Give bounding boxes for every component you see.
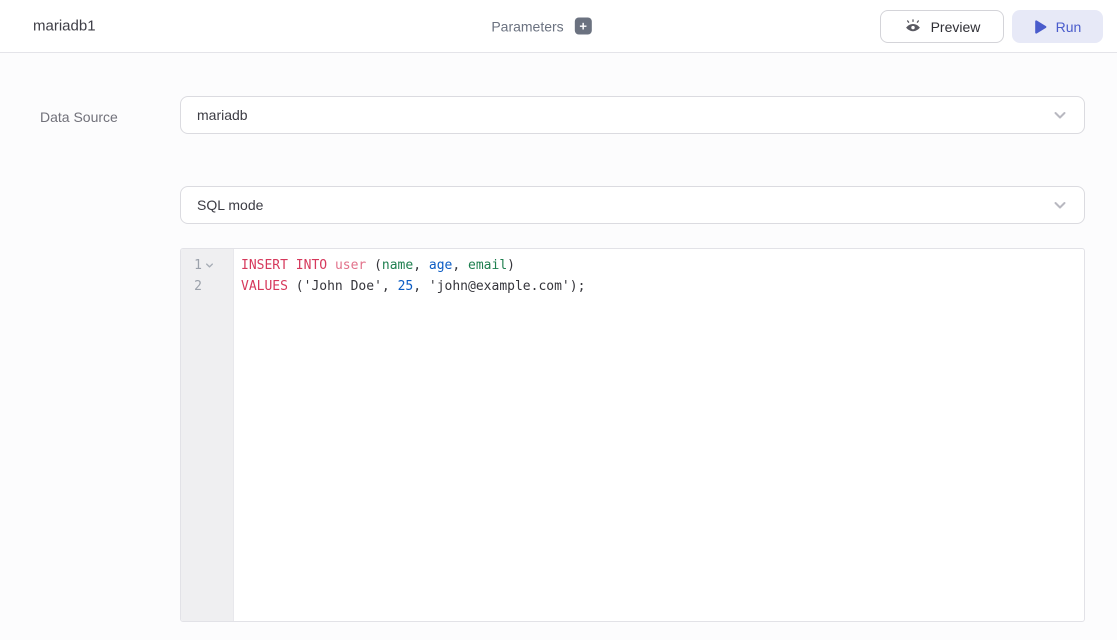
code-token-string: 'john@example.com' xyxy=(429,279,570,294)
data-source-label: Data Source xyxy=(40,109,118,125)
code-token-keyword: INTO xyxy=(296,258,327,273)
chevron-down-icon xyxy=(1052,197,1068,213)
code-token-plain xyxy=(288,258,296,273)
code-token-plain: ) xyxy=(507,258,515,273)
query-title: mariadb1 xyxy=(33,18,96,35)
code-token-field-green: email xyxy=(468,258,507,273)
code-line[interactable]: INSERT INTO user (name, age, email) xyxy=(241,255,1076,276)
parameters-section: Parameters + xyxy=(491,18,591,35)
query-editor-screen: mariadb1 Parameters + xyxy=(0,0,1117,640)
data-source-select[interactable]: mariadb xyxy=(180,96,1085,134)
eye-icon xyxy=(904,19,922,34)
run-button[interactable]: Run xyxy=(1012,10,1103,43)
chevron-down-icon xyxy=(1052,107,1068,123)
line-number: 2 xyxy=(194,276,202,297)
data-source-value: mariadb xyxy=(197,107,1052,123)
code-line[interactable]: VALUES ('John Doe', 25, 'john@example.co… xyxy=(241,276,1076,297)
play-icon xyxy=(1034,20,1047,34)
topbar-actions: Preview Run xyxy=(880,10,1103,43)
code-token-keyword: VALUES xyxy=(241,279,288,294)
code-token-field-blue: age xyxy=(429,258,452,273)
code-token-plain: ); xyxy=(570,279,586,294)
run-button-label: Run xyxy=(1056,19,1082,35)
code-token-plain: , xyxy=(413,258,429,273)
code-token-keyword: INSERT xyxy=(241,258,288,273)
code-token-plain: ( xyxy=(366,258,382,273)
code-token-plain: ( xyxy=(288,279,304,294)
sql-code-editor[interactable]: 12 INSERT INTO user (name, age, email)VA… xyxy=(180,248,1085,622)
code-token-plain: , xyxy=(413,279,429,294)
code-token-plain xyxy=(327,258,335,273)
code-token-plain: , xyxy=(452,258,468,273)
add-parameter-button[interactable]: + xyxy=(575,18,592,35)
code-token-field-green: name xyxy=(382,258,413,273)
code-token-plain: , xyxy=(382,279,398,294)
code-token-builtin: user xyxy=(335,258,366,273)
query-mode-select[interactable]: SQL mode xyxy=(180,186,1085,224)
plus-icon: + xyxy=(579,19,587,34)
code-token-number: 25 xyxy=(398,279,414,294)
gutter-line: 1 xyxy=(181,255,233,276)
line-number: 1 xyxy=(194,255,202,276)
editor-gutter: 12 xyxy=(181,249,234,621)
topbar: mariadb1 Parameters + xyxy=(0,0,1117,53)
preview-button-label: Preview xyxy=(931,19,981,35)
fold-chevron-icon[interactable] xyxy=(205,261,219,270)
parameters-label: Parameters xyxy=(491,18,563,34)
preview-button[interactable]: Preview xyxy=(880,10,1004,43)
gutter-line: 2 xyxy=(181,276,233,297)
code-token-string: 'John Doe' xyxy=(304,279,382,294)
editor-code-area[interactable]: INSERT INTO user (name, age, email)VALUE… xyxy=(234,249,1084,621)
query-mode-value: SQL mode xyxy=(197,197,1052,213)
